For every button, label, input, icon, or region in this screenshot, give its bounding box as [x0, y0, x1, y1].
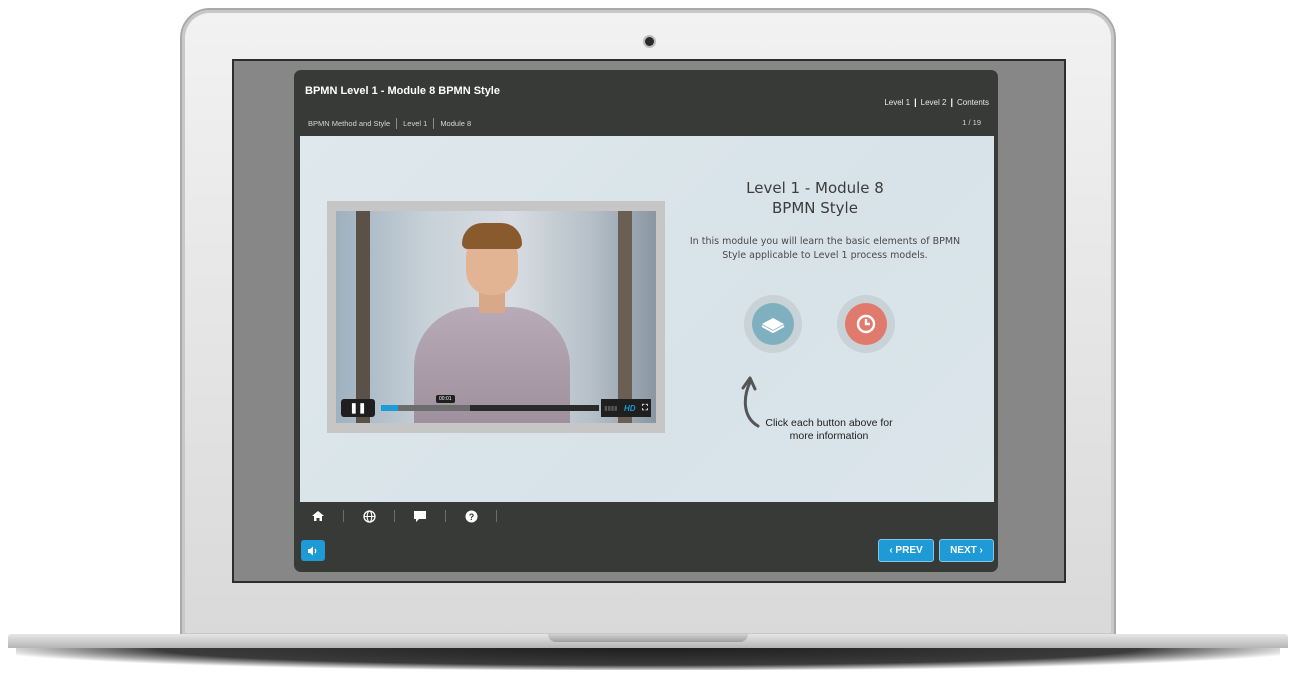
prev-button[interactable]: ‹ PREV — [878, 539, 934, 562]
toolbar-separator — [394, 510, 395, 522]
video-right-controls: ▮▮▮▮ HD ⛶ — [601, 399, 651, 417]
breadcrumb-item[interactable]: Level 1 — [403, 119, 427, 128]
nav-level-1[interactable]: Level 1 — [884, 98, 910, 107]
course-player: BPMN Level 1 - Module 8 BPMN Style Level… — [294, 70, 998, 572]
page-counter: 1 / 19 — [962, 118, 981, 127]
presenter-hair — [462, 223, 522, 249]
speaker-icon — [308, 546, 317, 555]
pause-icon: ❚❚ — [349, 402, 367, 414]
video-controls: ❚❚ 00:01 ▮▮▮▮ HD ⛶ — [341, 395, 651, 417]
chat-icon[interactable] — [410, 508, 430, 524]
globe-icon[interactable] — [359, 508, 379, 524]
toolbar-separator — [496, 510, 497, 522]
video-time: 00:01 — [436, 395, 455, 403]
top-navigation: Level 1 | Level 2 | Contents — [884, 97, 989, 107]
svg-text:?: ? — [468, 512, 474, 522]
module-title-line1: Level 1 - Module 8 — [746, 179, 884, 197]
clock-button[interactable] — [837, 295, 895, 353]
next-button[interactable]: NEXT › — [939, 539, 994, 562]
video-frame: ❚❚ 00:01 ▮▮▮▮ HD ⛶ — [327, 201, 665, 433]
background-pillar — [618, 211, 632, 423]
video-player[interactable]: ❚❚ 00:01 ▮▮▮▮ HD ⛶ — [336, 211, 656, 423]
home-icon[interactable] — [308, 508, 328, 524]
module-title-line2: BPMN Style — [772, 199, 858, 217]
slide-content: ❚❚ 00:01 ▮▮▮▮ HD ⛶ Level 1 - Module 8 BP… — [300, 136, 994, 502]
nav-separator: | — [950, 97, 953, 107]
click-hint: Click each button above for more informa… — [765, 417, 893, 442]
background-pillar — [356, 211, 370, 423]
module-description: In this module you will learn the basic … — [689, 236, 961, 261]
breadcrumb-separator — [433, 118, 435, 129]
clock-icon — [856, 314, 876, 334]
fullscreen-icon[interactable]: ⛶ — [642, 403, 648, 413]
audio-button[interactable] — [301, 540, 325, 561]
breadcrumb-item: Module 8 — [440, 119, 472, 128]
nav-level-2[interactable]: Level 2 — [921, 98, 947, 107]
book-button[interactable] — [744, 295, 802, 353]
clock-button-inner — [845, 303, 887, 345]
breadcrumb: BPMN Method and Style Level 1 Module 8 — [308, 118, 471, 129]
help-icon[interactable]: ? — [461, 508, 481, 524]
nav-separator: | — [914, 97, 917, 107]
course-title: BPMN Level 1 - Module 8 BPMN Style — [305, 85, 500, 97]
book-button-inner — [752, 303, 794, 345]
video-progress-bar[interactable]: 00:01 — [381, 395, 599, 411]
module-title: Level 1 - Module 8 BPMN Style — [700, 178, 930, 218]
webcam — [645, 37, 654, 46]
hd-toggle[interactable]: HD — [624, 404, 636, 413]
nav-contents[interactable]: Contents — [957, 98, 989, 107]
laptop-shadow — [16, 648, 1280, 670]
volume-icon[interactable]: ▮▮▮▮ — [604, 405, 617, 412]
toolbar-separator — [445, 510, 446, 522]
video-progress-fill — [381, 405, 399, 411]
breadcrumb-separator — [396, 118, 398, 129]
book-icon — [761, 318, 785, 334]
bottom-toolbar: ? — [308, 508, 512, 524]
laptop-notch — [548, 634, 748, 642]
pause-button[interactable]: ❚❚ — [341, 399, 375, 417]
toolbar-separator — [343, 510, 344, 522]
breadcrumb-item[interactable]: BPMN Method and Style — [308, 119, 390, 128]
